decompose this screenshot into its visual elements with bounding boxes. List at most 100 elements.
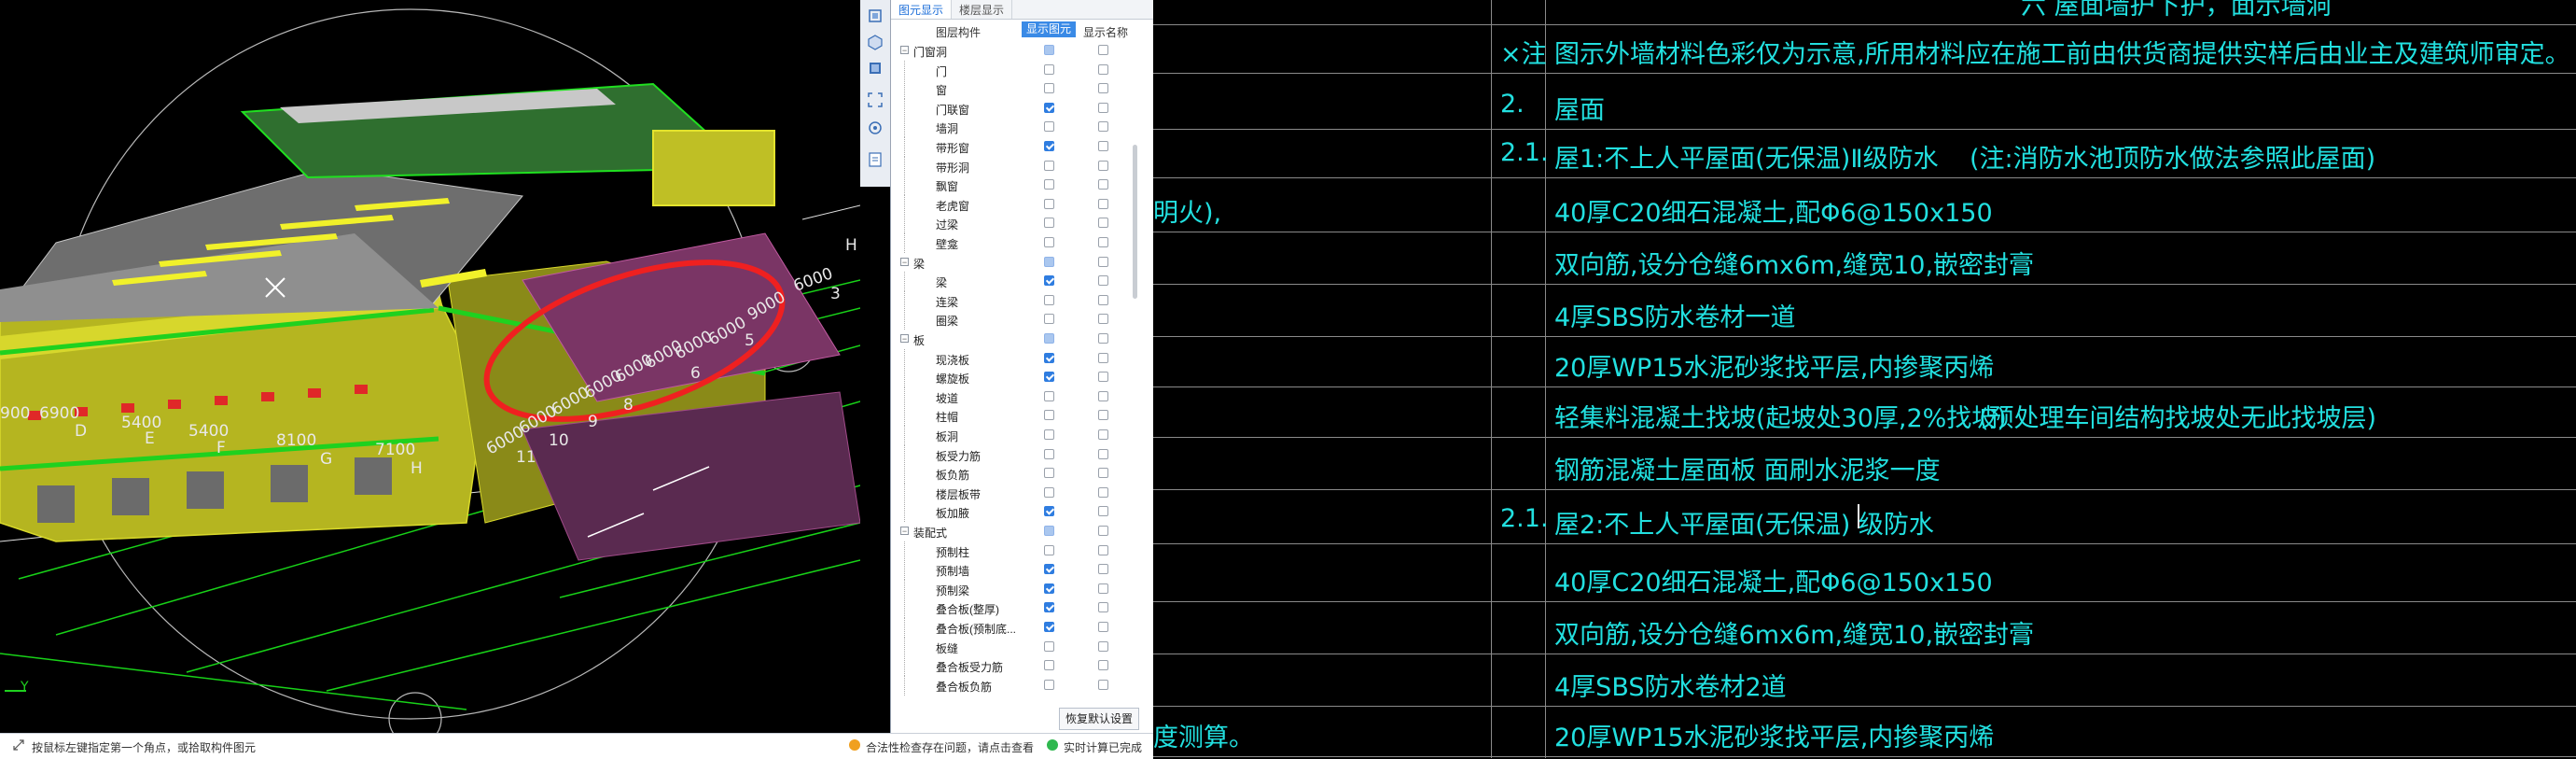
show-element-checkbox[interactable] — [1044, 256, 1054, 267]
layer-row[interactable]: 门 — [891, 60, 1139, 80]
show-element-checkbox[interactable] — [1044, 63, 1054, 75]
collapse-icon[interactable]: − — [900, 257, 909, 266]
show-name-checkbox[interactable] — [1098, 141, 1108, 151]
layer-row[interactable]: 过梁 — [891, 214, 1139, 234]
show-element-checkbox[interactable] — [1044, 602, 1054, 613]
layer-row[interactable]: 叠合板负筋 — [891, 675, 1139, 696]
show-element-checkbox[interactable] — [1044, 448, 1054, 459]
layer-row[interactable]: 板受力筋 — [891, 444, 1139, 465]
show-element-checkbox[interactable] — [1044, 506, 1054, 517]
show-name-checkbox[interactable] — [1098, 352, 1108, 363]
show-element-checkbox[interactable] — [1044, 141, 1054, 151]
tab-floor-display[interactable]: 楼层显示 — [952, 0, 1013, 19]
show-element-checkbox[interactable] — [1044, 218, 1054, 229]
show-name-checkbox[interactable] — [1098, 372, 1108, 383]
layer-row[interactable]: 预制梁 — [891, 579, 1139, 599]
show-name-checkbox[interactable] — [1098, 544, 1108, 555]
show-element-checkbox[interactable] — [1044, 372, 1054, 383]
orbit-icon[interactable] — [865, 118, 885, 138]
show-name-checkbox[interactable] — [1098, 679, 1108, 690]
show-name-checkbox[interactable] — [1098, 256, 1108, 267]
col-header-show-name[interactable]: 显示名称 — [1083, 24, 1128, 40]
show-element-checkbox[interactable] — [1044, 121, 1054, 133]
validity-warning-link[interactable]: 合法性检查存在问题，请点击查看 — [866, 739, 1034, 755]
show-name-checkbox[interactable] — [1098, 83, 1108, 94]
show-element-checkbox[interactable] — [1044, 526, 1054, 536]
report-icon[interactable] — [865, 149, 885, 170]
layer-row[interactable]: 板洞 — [891, 426, 1139, 445]
show-element-checkbox[interactable] — [1044, 275, 1054, 287]
show-name-checkbox[interactable] — [1098, 275, 1108, 287]
show-name-checkbox[interactable] — [1098, 63, 1108, 75]
show-element-checkbox[interactable] — [1044, 160, 1054, 171]
layer-row[interactable]: 坡道 — [891, 387, 1139, 407]
show-element-checkbox[interactable] — [1044, 468, 1054, 479]
layer-row[interactable]: 预制墙 — [891, 560, 1139, 581]
layer-row[interactable]: 螺旋板 — [891, 368, 1139, 388]
layer-row[interactable]: 现浇板 — [891, 348, 1139, 369]
show-name-checkbox[interactable] — [1098, 448, 1108, 459]
box-select-icon[interactable] — [865, 58, 885, 78]
show-name-checkbox[interactable] — [1098, 602, 1108, 613]
show-element-checkbox[interactable] — [1044, 352, 1054, 363]
layer-row[interactable]: 连梁 — [891, 290, 1139, 311]
show-name-checkbox[interactable] — [1098, 468, 1108, 479]
show-element-checkbox[interactable] — [1044, 679, 1054, 690]
show-name-checkbox[interactable] — [1098, 237, 1108, 247]
show-name-checkbox[interactable] — [1098, 121, 1108, 133]
show-name-checkbox[interactable] — [1098, 660, 1108, 671]
show-name-checkbox[interactable] — [1098, 179, 1108, 190]
layer-row[interactable]: 窗 — [891, 79, 1139, 100]
show-element-checkbox[interactable] — [1044, 333, 1054, 344]
layer-group-row[interactable]: − 门窗洞 — [891, 41, 1139, 61]
show-name-checkbox[interactable] — [1098, 526, 1108, 536]
restore-default-button[interactable]: 恢复默认设置 — [1059, 708, 1139, 730]
layer-row[interactable]: 板负筋 — [891, 464, 1139, 485]
show-element-checkbox[interactable] — [1044, 429, 1054, 440]
cube-view-icon[interactable] — [865, 32, 885, 52]
show-name-checkbox[interactable] — [1098, 218, 1108, 229]
collapse-icon[interactable]: − — [900, 46, 909, 55]
show-element-checkbox[interactable] — [1044, 237, 1054, 247]
show-name-checkbox[interactable] — [1098, 429, 1108, 440]
show-name-checkbox[interactable] — [1098, 333, 1108, 344]
show-element-checkbox[interactable] — [1044, 660, 1054, 671]
show-element-checkbox[interactable] — [1044, 544, 1054, 555]
layer-group-row[interactable]: − 板 — [891, 330, 1139, 349]
show-name-checkbox[interactable] — [1098, 102, 1108, 113]
show-element-checkbox[interactable] — [1044, 486, 1054, 498]
layer-row[interactable]: 柱帽 — [891, 406, 1139, 427]
layers-icon[interactable] — [865, 6, 885, 26]
show-name-checkbox[interactable] — [1098, 583, 1108, 594]
layer-row[interactable]: 预制柱 — [891, 541, 1139, 561]
layer-row[interactable]: 带形洞 — [891, 156, 1139, 176]
cad-drawing-area[interactable]: 六 屋面墙护下护，面示墙洞 ×注 图示外墙材料色彩仅为示意,所用材料应在施工前由供货… — [1153, 0, 2576, 758]
layer-row[interactable]: 楼层板带 — [891, 483, 1139, 503]
show-name-checkbox[interactable] — [1098, 294, 1108, 305]
zoom-extents-icon[interactable] — [865, 90, 885, 110]
panel-scrollbar[interactable] — [1133, 145, 1137, 299]
show-element-checkbox[interactable] — [1044, 179, 1054, 190]
show-name-checkbox[interactable] — [1098, 622, 1108, 632]
show-element-checkbox[interactable] — [1044, 410, 1054, 421]
show-name-checkbox[interactable] — [1098, 506, 1108, 517]
show-element-checkbox[interactable] — [1044, 102, 1054, 113]
layer-row[interactable]: 老虎窗 — [891, 194, 1139, 215]
show-name-checkbox[interactable] — [1098, 160, 1108, 171]
col-header-show-element[interactable]: 显示图元 — [1022, 21, 1076, 37]
show-element-checkbox[interactable] — [1044, 314, 1054, 325]
show-name-checkbox[interactable] — [1098, 564, 1108, 575]
show-name-checkbox[interactable] — [1098, 640, 1108, 652]
show-element-checkbox[interactable] — [1044, 583, 1054, 594]
show-name-checkbox[interactable] — [1098, 410, 1108, 421]
show-name-checkbox[interactable] — [1098, 314, 1108, 325]
show-name-checkbox[interactable] — [1098, 390, 1108, 401]
layer-row[interactable]: 壁龛 — [891, 233, 1139, 253]
collapse-icon[interactable]: − — [900, 527, 909, 536]
show-element-checkbox[interactable] — [1044, 45, 1054, 55]
layer-row[interactable]: 圈梁 — [891, 310, 1139, 330]
show-name-checkbox[interactable] — [1098, 45, 1108, 55]
layer-row[interactable]: 板加腋 — [891, 502, 1139, 523]
layer-row[interactable]: 叠合板受力筋 — [891, 656, 1139, 677]
show-element-checkbox[interactable] — [1044, 294, 1054, 305]
